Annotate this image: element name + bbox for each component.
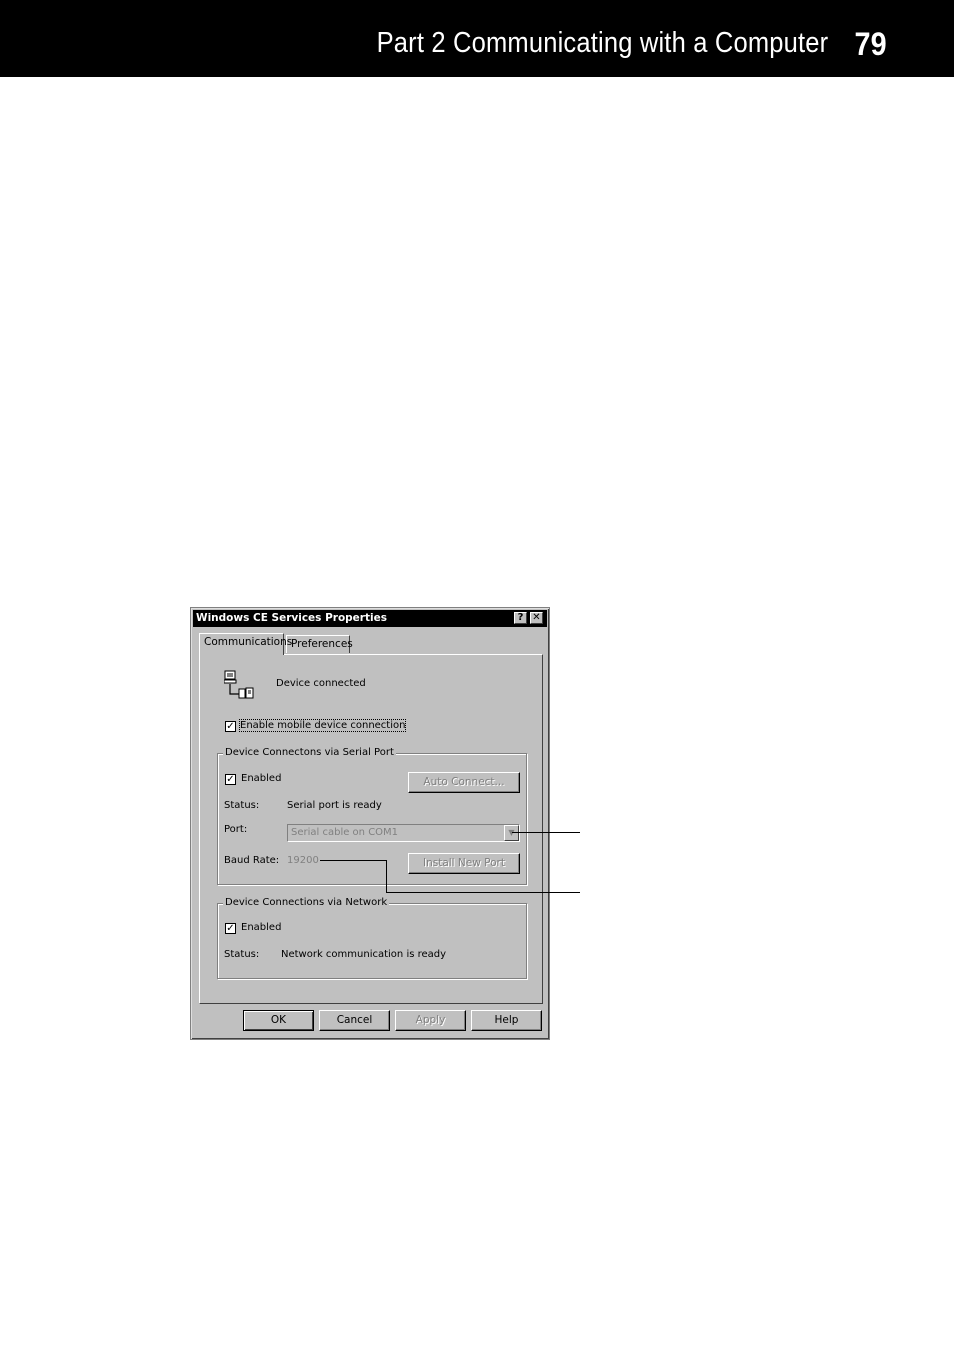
tab-communications[interactable]: Communications [199,633,292,655]
enable-connection-checkbox[interactable]: ✓ [225,721,236,732]
apply-button[interactable]: Apply [395,1010,466,1031]
port-select[interactable]: Serial cable on COM1 ▼ [287,824,520,842]
network-enabled-label[interactable]: Enabled [241,922,281,933]
tab-preferences[interactable]: Preferences [286,635,353,653]
serial-enabled-checkbox[interactable]: ✓ [225,774,236,785]
callout-line-baud-1 [320,860,387,861]
chevron-down-icon[interactable]: ▼ [504,825,519,841]
ok-button[interactable]: OK [243,1010,314,1031]
port-select-value: Serial cable on COM1 [291,827,399,838]
page-header-title: Part 2 Communicating with a Computer [376,27,828,59]
serial-status-label: Status: [224,800,260,811]
network-group-legend: Device Connections via Network [223,897,390,908]
cancel-button[interactable]: Cancel [319,1010,390,1031]
page-number: 79 [854,26,887,62]
network-status-label: Status: [224,949,260,960]
dialog-titlebar: Windows CE Services Properties ? ✕ [193,610,547,627]
close-icon[interactable]: ✕ [530,612,543,624]
serial-enabled-label[interactable]: Enabled [241,773,281,784]
callout-line-baud-2 [386,860,387,893]
network-status-value: Network communication is ready [281,949,447,960]
network-group [217,903,527,979]
device-connection-icon [224,670,254,699]
help-button[interactable]: Help [471,1010,542,1031]
dialog-title: Windows CE Services Properties [196,612,387,624]
enable-connection-label[interactable]: Enable mobile device connection [238,719,407,732]
help-icon[interactable]: ? [514,612,527,624]
port-label: Port: [224,824,248,835]
serial-group-legend: Device Connectons via Serial Port [223,747,396,758]
callout-line-port [512,832,580,833]
callout-line-baud-3 [386,892,580,893]
device-status-text: Device connected [276,678,366,689]
install-new-port-button[interactable]: Install New Port [408,853,520,874]
page-header: Part 2 Communicating with a Computer 79 [0,0,954,77]
serial-status-value: Serial port is ready [287,800,382,811]
baud-rate-value: 19200 [287,855,319,866]
network-enabled-checkbox[interactable]: ✓ [225,923,236,934]
baud-rate-label: Baud Rate: [224,855,280,866]
properties-dialog: Windows CE Services Properties ? ✕ Commu… [190,607,550,1040]
auto-connect-button[interactable]: Auto Connect... [408,772,520,793]
